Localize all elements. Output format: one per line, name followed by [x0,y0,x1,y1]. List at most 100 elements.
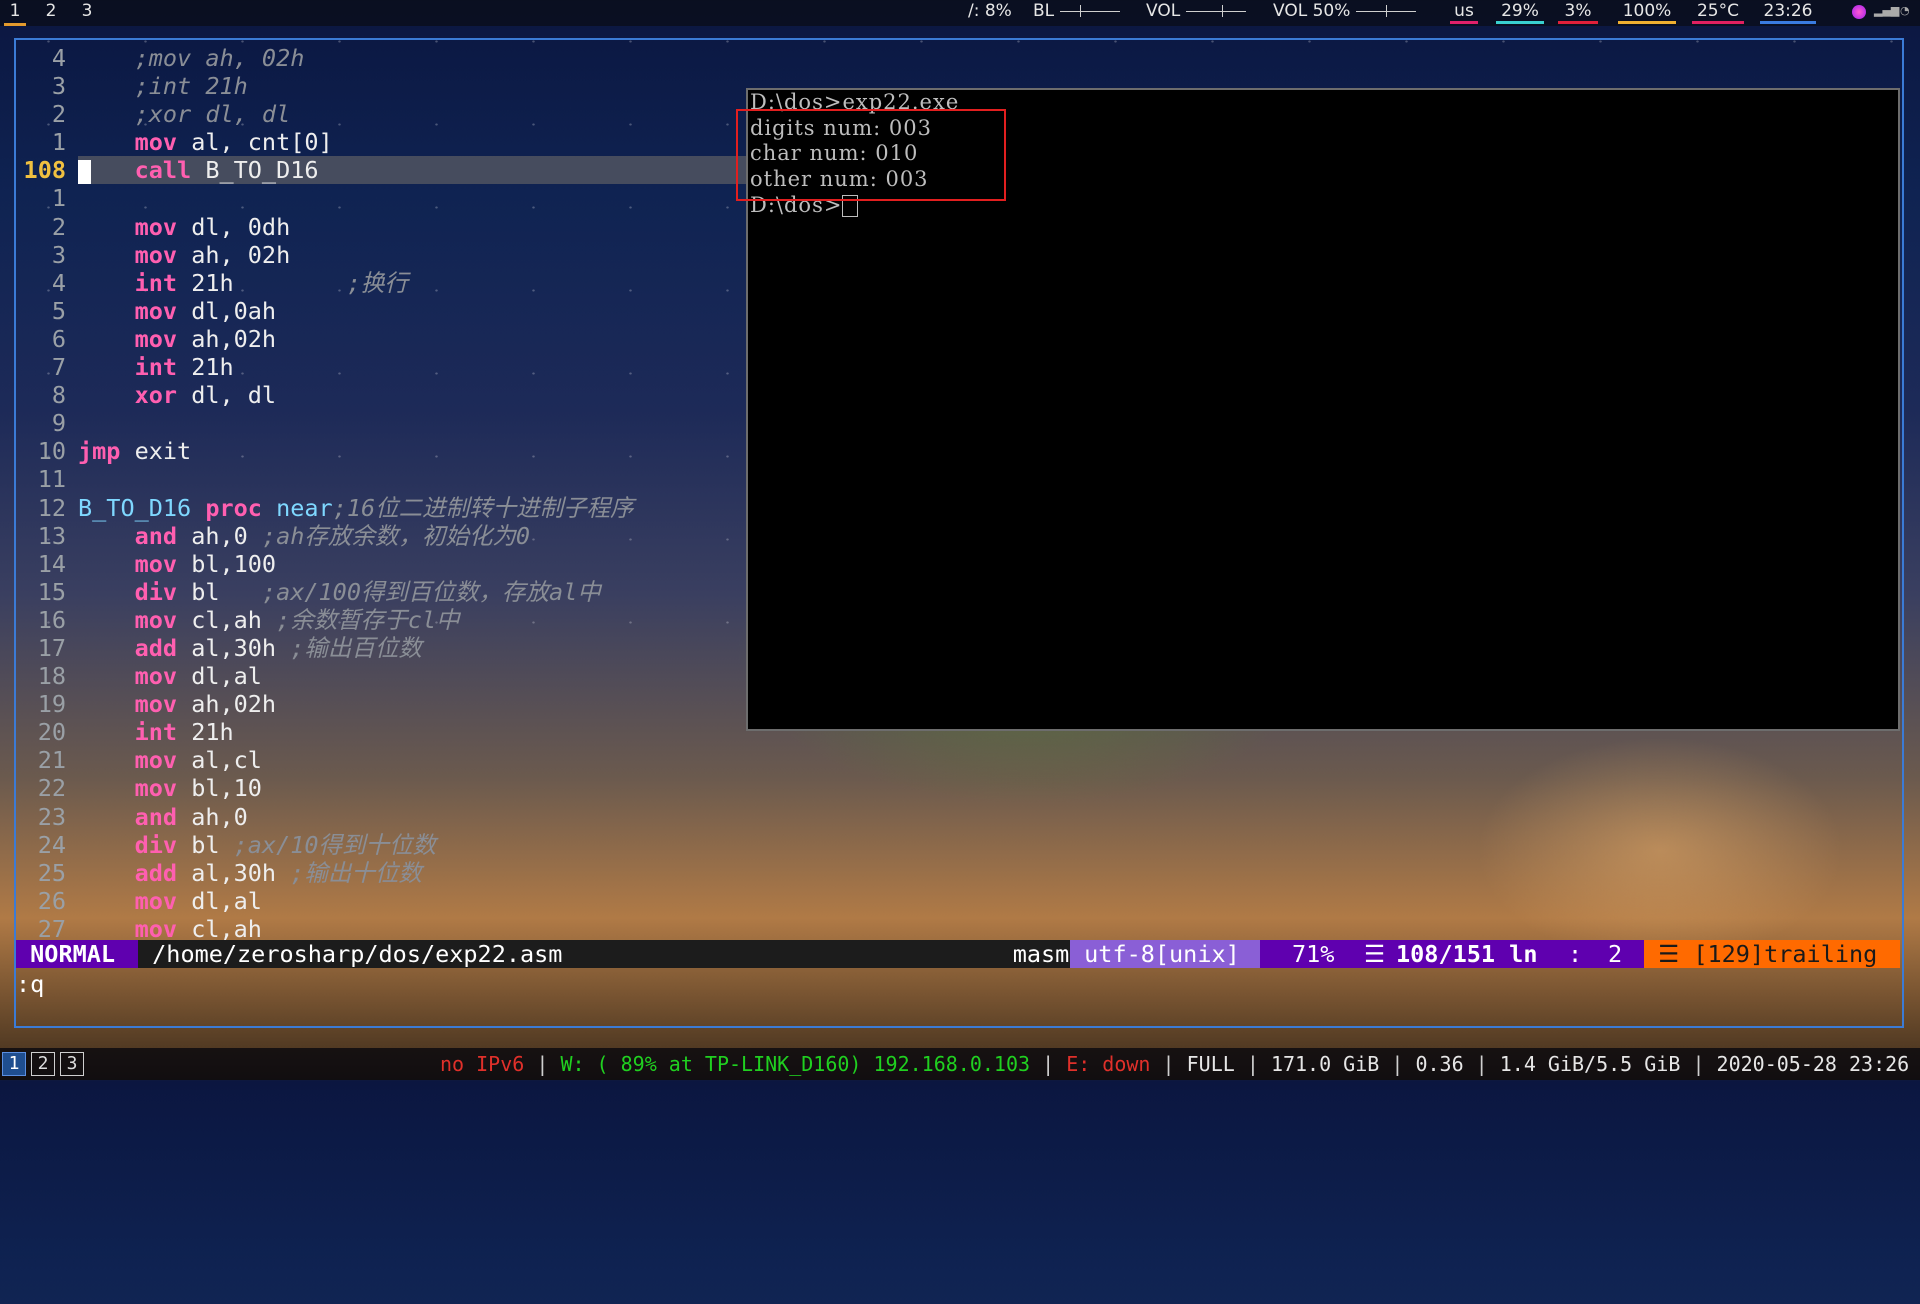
line-number: 23 [37,802,66,831]
bottom-workspace-2[interactable]: 2 [31,1052,55,1076]
bottom-workspace-1[interactable]: 1 [2,1052,26,1076]
line-text [78,409,746,437]
comment: ;ax/10得到十位数 [233,830,437,859]
code-line[interactable]: 12 B_TO_D16 proc near;16位二进制转十进制子程序 [16,494,746,522]
line-number: 21 [37,746,66,775]
volume-percent-slider[interactable] [1356,4,1417,17]
line-number: 1 [51,128,66,157]
code-line[interactable]: 3 mov ah, 02h [16,241,746,269]
highlight-box [736,109,1006,201]
code-text: 21h [177,718,234,747]
code-line[interactable]: 3 ;int 21h [16,72,746,100]
file-encoding: utf-8[unix] [1070,940,1260,968]
code-line[interactable]: 4 int 21h ;换行 [16,269,746,297]
disk-usage-label: /: 8% [968,1,1012,21]
line-text: ;xor dl, dl [78,100,746,128]
code-line[interactable]: 21 mov al,cl [16,746,746,774]
line-text: int 21h [78,353,746,381]
code-line[interactable]: 1 mov al, cnt[0] [16,128,746,156]
code-line[interactable]: 22 mov bl,10 [16,774,746,802]
line-number: 4 [51,44,66,72]
line-text: mov cl,ah ;余数暂存于cl中 [78,606,746,634]
code-line[interactable]: 4 ;mov ah, 02h [16,44,746,72]
code-line[interactable]: 9 [16,409,746,437]
code-text: bl,100 [177,549,277,578]
bottom-workspace-3[interactable]: 3 [60,1052,84,1076]
code-line[interactable]: 25 add al,30h ;输出十位数 [16,859,746,887]
code-line[interactable]: 16 mov cl,ah ;余数暂存于cl中 [16,606,746,634]
code-line[interactable]: 18 mov dl,al [16,662,746,690]
line-number: 18 [37,662,66,691]
battery-label: 100% [1622,1,1672,21]
code-line[interactable]: 17 add al,30h ;输出百位数 [16,634,746,662]
comment: ;ax/100得到百位数，存放al中 [261,577,601,606]
code-line[interactable]: 13 and ah,0 ;ah存放余数，初始化为0 [16,522,746,550]
code-line[interactable]: 6 mov ah,02h [16,325,746,353]
line-text: ;int 21h [78,72,746,100]
keyword: mov [134,128,178,157]
line-number: 3 [51,72,66,101]
ethernet-status: E: down [1066,1052,1151,1076]
code-line[interactable]: 20 int 21h [16,718,746,746]
line-number: 25 [37,858,66,887]
code-buffer[interactable]: 4 ;mov ah, 02h 3 ;int 21h 2 ;xor dl, dl 1 m… [16,44,746,943]
vim-cmdline[interactable]: :q [16,970,44,998]
column-separator: : [1568,940,1583,968]
code-line[interactable]: 2 ;xor dl, dl [16,100,746,128]
cursor-column: 2 [1608,940,1623,968]
bottom-status-bar: 1 2 3 no IPv6 | W: ( 89% at TP-LINK_D160… [0,1048,1920,1080]
keyword: mov [134,914,178,943]
mode-indicator: NORMAL [16,940,138,968]
file-path: /home/zerosharp/dos/exp22.asm [138,940,998,968]
code-line[interactable]: 8 xor dl, dl [16,381,746,409]
line-number: 5 [51,296,66,325]
top-status-bar: 1 2 3 /: 8% BL VOL VOL 50% us 29% 3% 100… [0,0,1920,26]
workspace-3[interactable]: 3 [76,0,98,26]
line-number: 8 [51,381,66,410]
comment: ;mov ah, 02h [134,44,305,72]
code-line[interactable]: 11 [16,465,746,493]
line-text: mov ah, 02h [78,241,746,269]
lines-icon: ☰ [1364,940,1386,968]
code-line[interactable]: 5 mov dl,0ah [16,297,746,325]
code-line[interactable]: 2 mov dl, 0dh [16,213,746,241]
code-line[interactable]: 14 mov bl,100 [16,550,746,578]
line-number: 11 [37,465,66,494]
keyword: mov [134,324,178,353]
code-text: ah, 02h [177,240,291,269]
code-line[interactable]: 23 and ah,0 [16,803,746,831]
backlight-slider[interactable] [1060,4,1121,17]
dosbox-window[interactable]: D:\dos>exp22.exe digits num: 003 char nu… [736,88,1900,731]
temperature: 25°C [1692,0,1744,26]
code-line[interactable]: 10 jmp exit [16,437,746,465]
code-line[interactable]: 19 mov ah,02h [16,690,746,718]
code-line[interactable]: 15 div bl ;ax/100得到百位数，存放al中 [16,578,746,606]
code-line[interactable]: 1 [16,184,746,212]
code-line[interactable]: 24 div bl ;ax/10得到十位数 [16,831,746,859]
code-line[interactable]: 26 mov dl,al [16,887,746,915]
line-number: 6 [51,324,66,353]
code-text: exit [120,437,192,466]
keyword: mov [134,212,178,241]
workspace-2[interactable]: 2 [40,0,62,26]
code-line-current[interactable]: 108 call B_TO_D16 [16,156,746,185]
volume-slider[interactable] [1186,4,1247,17]
code-text: bl [177,577,262,606]
line-text: int 21h ;换行 [78,269,746,297]
cpu-usage: 29% [1496,0,1544,26]
code-text: ah,0 [177,802,248,831]
line-text: add al,30h ;输出百位数 [78,634,746,662]
workspace-1[interactable]: 1 [4,0,26,26]
line-text: B_TO_D16 proc near;16位二进制转十进制子程序 [78,494,746,522]
code-line[interactable]: 27 mov cl,ah [16,915,746,943]
tray-app-icon[interactable] [1852,5,1866,19]
code-line[interactable]: 7 int 21h [16,353,746,381]
